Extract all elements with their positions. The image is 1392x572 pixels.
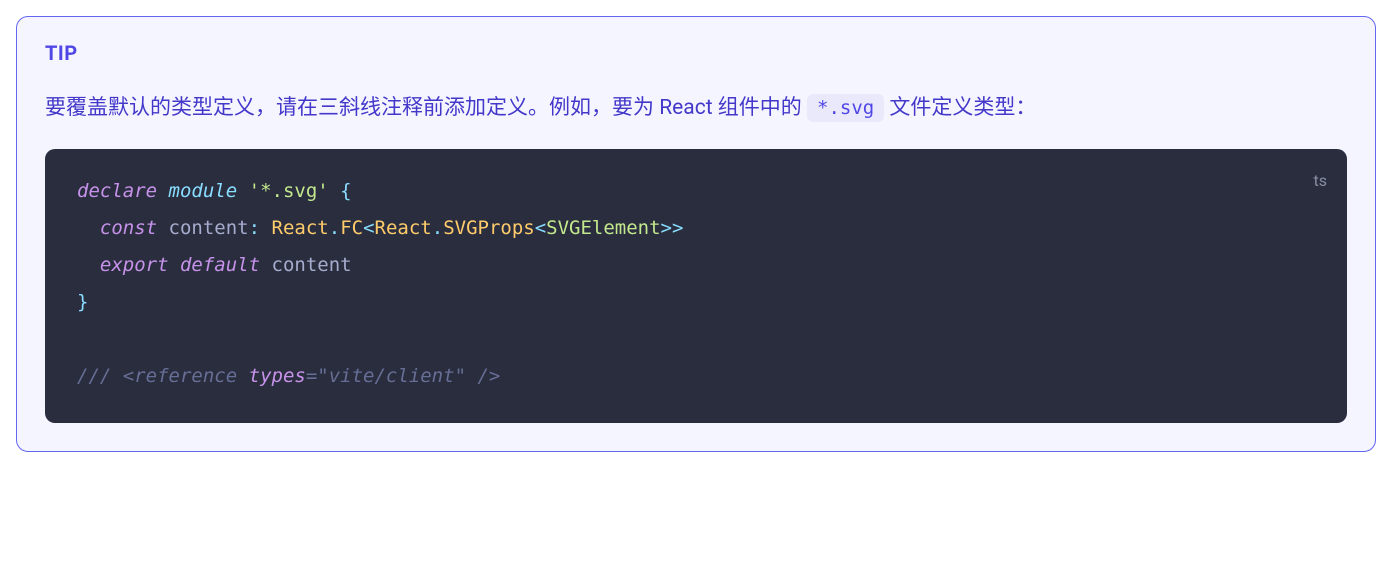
tok-string: '*.svg': [249, 180, 329, 202]
tip-callout: TIP 要覆盖默认的类型定义，请在三斜线注释前添加定义。例如，要为 React …: [16, 16, 1376, 452]
code-block: ts declare module '*.svg' { const conten…: [45, 149, 1347, 423]
tok-dot2: .: [432, 217, 443, 239]
tok-brace-close: }: [77, 291, 88, 313]
tip-description: 要覆盖默认的类型定义，请在三斜线注释前添加定义。例如，要为 React 组件中的…: [45, 89, 1347, 129]
tok-types-attr: types: [249, 365, 306, 387]
tok-comment-lt: <: [123, 365, 134, 387]
tok-lt2: <: [535, 217, 546, 239]
tip-title: TIP: [45, 41, 1347, 65]
tok-react: React: [272, 217, 329, 239]
tok-svgelement: SVGElement: [546, 217, 660, 239]
tok-lt: <: [363, 217, 374, 239]
code-content: declare module '*.svg' { const content: …: [77, 173, 1315, 395]
tok-default: default: [180, 254, 260, 276]
tip-description-after: 文件定义类型：: [884, 96, 1036, 120]
tok-module: module: [169, 180, 238, 202]
tok-content: content: [272, 254, 352, 276]
tok-dot: .: [329, 217, 340, 239]
tok-react2: React: [375, 217, 432, 239]
tok-export: export: [100, 254, 169, 276]
tok-const: const: [100, 217, 157, 239]
tok-fc: FC: [340, 217, 363, 239]
tok-slash-gt: />: [477, 365, 500, 387]
tok-eq: =: [306, 365, 317, 387]
tok-value: "vite/client": [317, 365, 466, 387]
tok-var: content: [169, 217, 249, 239]
tok-colon: :: [249, 217, 260, 239]
tok-comment-slashes: ///: [77, 365, 111, 387]
code-language-label: ts: [1314, 165, 1328, 196]
tok-brace-open: {: [340, 180, 351, 202]
tok-gt2: >: [661, 217, 672, 239]
inline-code: *.svg: [807, 94, 884, 122]
tok-gt1: >: [672, 217, 683, 239]
tok-svgprops: SVGProps: [443, 217, 535, 239]
tok-declare: declare: [77, 180, 157, 202]
tok-reference: reference: [134, 365, 237, 387]
tip-description-before: 要覆盖默认的类型定义，请在三斜线注释前添加定义。例如，要为 React 组件中的: [45, 96, 807, 120]
